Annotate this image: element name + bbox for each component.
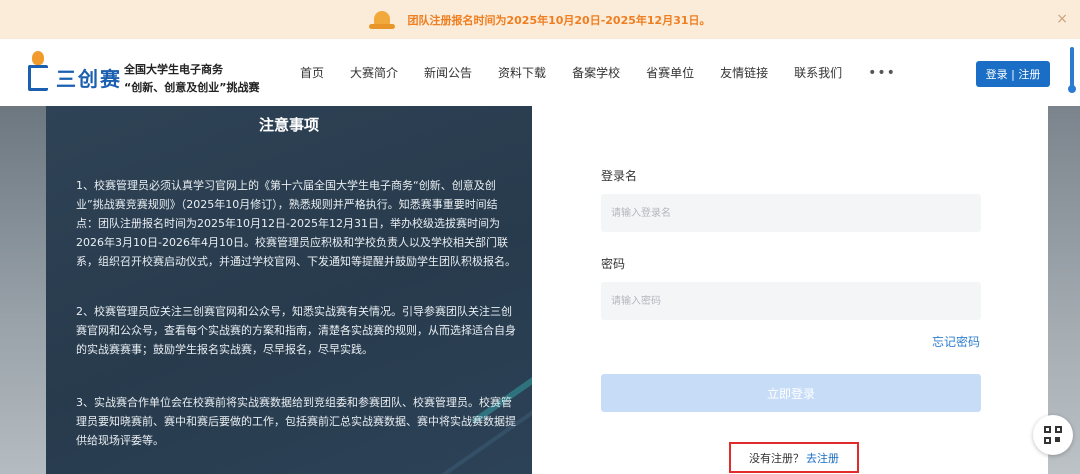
notes-panel: 注意事项 1、校赛管理员必须认真学习官网上的《第十六届全国大学生电子商务“创新、… [46, 106, 532, 474]
notes-paragraph-3: 3、实战赛合作单位会在校赛前将实战赛数据给到竞组委和参赛团队、校赛管理员。校赛管… [76, 396, 516, 447]
more-icon[interactable]: ••• [868, 65, 896, 81]
nav-item-intro[interactable]: 大赛简介 [350, 64, 398, 81]
qr-code-button[interactable] [1033, 415, 1073, 455]
notes-paragraph-2: 2、校赛管理员应关注三创赛官网和公众号，知悉实战赛有关情况。引导参赛团队关注三创… [76, 305, 516, 356]
bell-icon [369, 9, 396, 31]
password-label: 密码 [601, 257, 626, 271]
notice-text: 团队注册报名时间为2025年10月20日-2025年12月31日。 [407, 13, 711, 27]
logo-mark-icon [26, 51, 50, 93]
notice-bar: 团队注册报名时间为2025年10月20日-2025年12月31日。 × [0, 0, 1080, 39]
password-input[interactable] [601, 282, 981, 320]
forgot-password-link[interactable]: 忘记密码 [932, 333, 980, 350]
username-label: 登录名 [601, 169, 638, 183]
notes-title: 注意事项 [258, 116, 319, 134]
nav-item-contact[interactable]: 联系我们 [794, 64, 842, 81]
nav-item-schools[interactable]: 备案学校 [572, 64, 620, 81]
nav-item-provincial[interactable]: 省赛单位 [646, 64, 694, 81]
nav-item-downloads[interactable]: 资料下载 [498, 64, 546, 81]
close-icon[interactable]: × [1056, 11, 1068, 27]
nav-item-home[interactable]: 首页 [300, 64, 324, 81]
main-nav: 首页 大赛简介 新闻公告 资料下载 备案学校 省赛单位 友情链接 联系我们 ••… [300, 39, 896, 106]
site-header: 三创赛 全国大学生电子商务 “创新、创意及创业”挑战赛 首页 大赛简介 新闻公告… [0, 39, 1080, 106]
nav-item-links[interactable]: 友情链接 [720, 64, 768, 81]
login-form: 登录名 密码 忘记密码 立即登录 没有注册？ 去注册 [532, 106, 1048, 474]
qr-code-icon [1044, 426, 1062, 444]
thermometer-icon [1068, 47, 1076, 95]
logo-subtitle-line2: “创新、创意及创业”挑战赛 [124, 81, 260, 94]
register-prompt: 没有注册？ 去注册 [729, 442, 859, 473]
logo-subtitle-line1: 全国大学生电子商务 [124, 63, 223, 76]
login-register-button[interactable]: 登录 | 注册 [976, 61, 1050, 87]
logo-brand: 三创赛 [56, 67, 122, 91]
form-title-cutoff [760, 100, 820, 110]
no-account-text: 没有注册？ [749, 451, 804, 465]
login-submit-button[interactable]: 立即登录 [601, 374, 981, 412]
site-logo[interactable]: 三创赛 全国大学生电子商务 “创新、创意及创业”挑战赛 [26, 49, 276, 97]
username-input[interactable] [601, 194, 981, 232]
notes-paragraph-1: 1、校赛管理员必须认真学习官网上的《第十六届全国大学生电子商务“创新、创意及创业… [76, 179, 516, 268]
nav-item-news[interactable]: 新闻公告 [424, 64, 472, 81]
register-link[interactable]: 去注册 [806, 450, 839, 466]
background-image-left [0, 106, 46, 474]
